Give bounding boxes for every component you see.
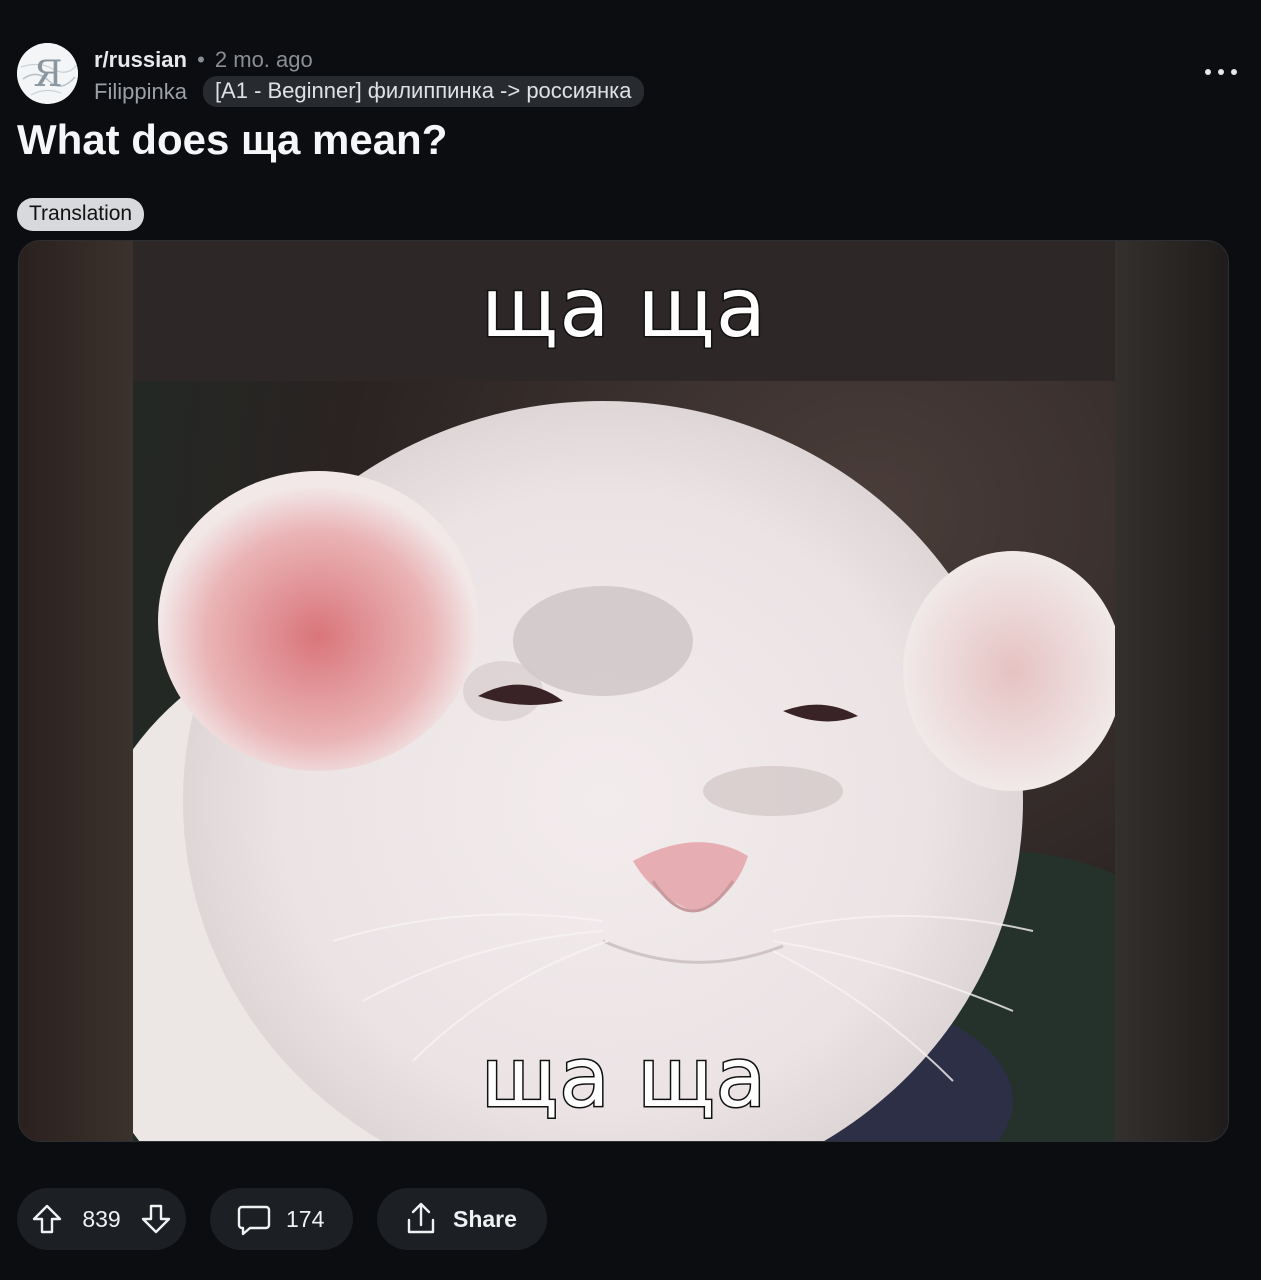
- subreddit-avatar[interactable]: Я: [17, 43, 78, 104]
- share-button[interactable]: Share: [377, 1188, 547, 1250]
- meta-separator: •: [197, 47, 205, 72]
- author-line: Filippinka [A1 - Beginner] филиппинка ->…: [94, 76, 644, 107]
- action-bar: 839 174 Share: [17, 1188, 547, 1250]
- upvote-arrow-icon[interactable]: [31, 1203, 63, 1235]
- meme-caption-top: ща ща: [479, 260, 768, 358]
- upvote-count: 839: [82, 1205, 121, 1232]
- comment-bubble-icon: [236, 1201, 272, 1237]
- vote-control: 839: [17, 1188, 186, 1250]
- image-blur-right: [1114, 241, 1228, 1141]
- avatar-letter: Я: [33, 54, 62, 95]
- downvote-arrow-icon[interactable]: [140, 1203, 172, 1235]
- comment-count: 174: [286, 1205, 325, 1232]
- comments-button[interactable]: 174: [210, 1188, 353, 1250]
- image-blur-left: [19, 241, 133, 1141]
- post-image[interactable]: ща ща ща ща: [18, 240, 1229, 1142]
- post-flair[interactable]: Translation: [17, 198, 145, 231]
- share-icon: [403, 1201, 439, 1237]
- post-time: 2 mo. ago: [214, 47, 313, 72]
- cat-photo: ща ща ща ща: [133, 241, 1115, 1141]
- post-meta: r/russian • 2 mo. ago: [94, 47, 313, 73]
- more-dots-icon[interactable]: [1205, 65, 1237, 79]
- post-title[interactable]: What does ща mean?: [17, 116, 447, 164]
- user-flair: [A1 - Beginner] филиппинка -> россиянка: [202, 76, 644, 107]
- meme-caption-bottom: ща ща: [479, 1030, 768, 1128]
- share-label: Share: [453, 1205, 517, 1232]
- subreddit-logo-icon: Я: [17, 43, 78, 104]
- author-link[interactable]: Filippinka: [94, 79, 187, 105]
- post-header: Я r/russian • 2 mo. ago Filippinka [A1 -…: [17, 43, 1247, 107]
- subreddit-link[interactable]: r/russian: [94, 47, 187, 72]
- cat-illustration: [133, 241, 1115, 1141]
